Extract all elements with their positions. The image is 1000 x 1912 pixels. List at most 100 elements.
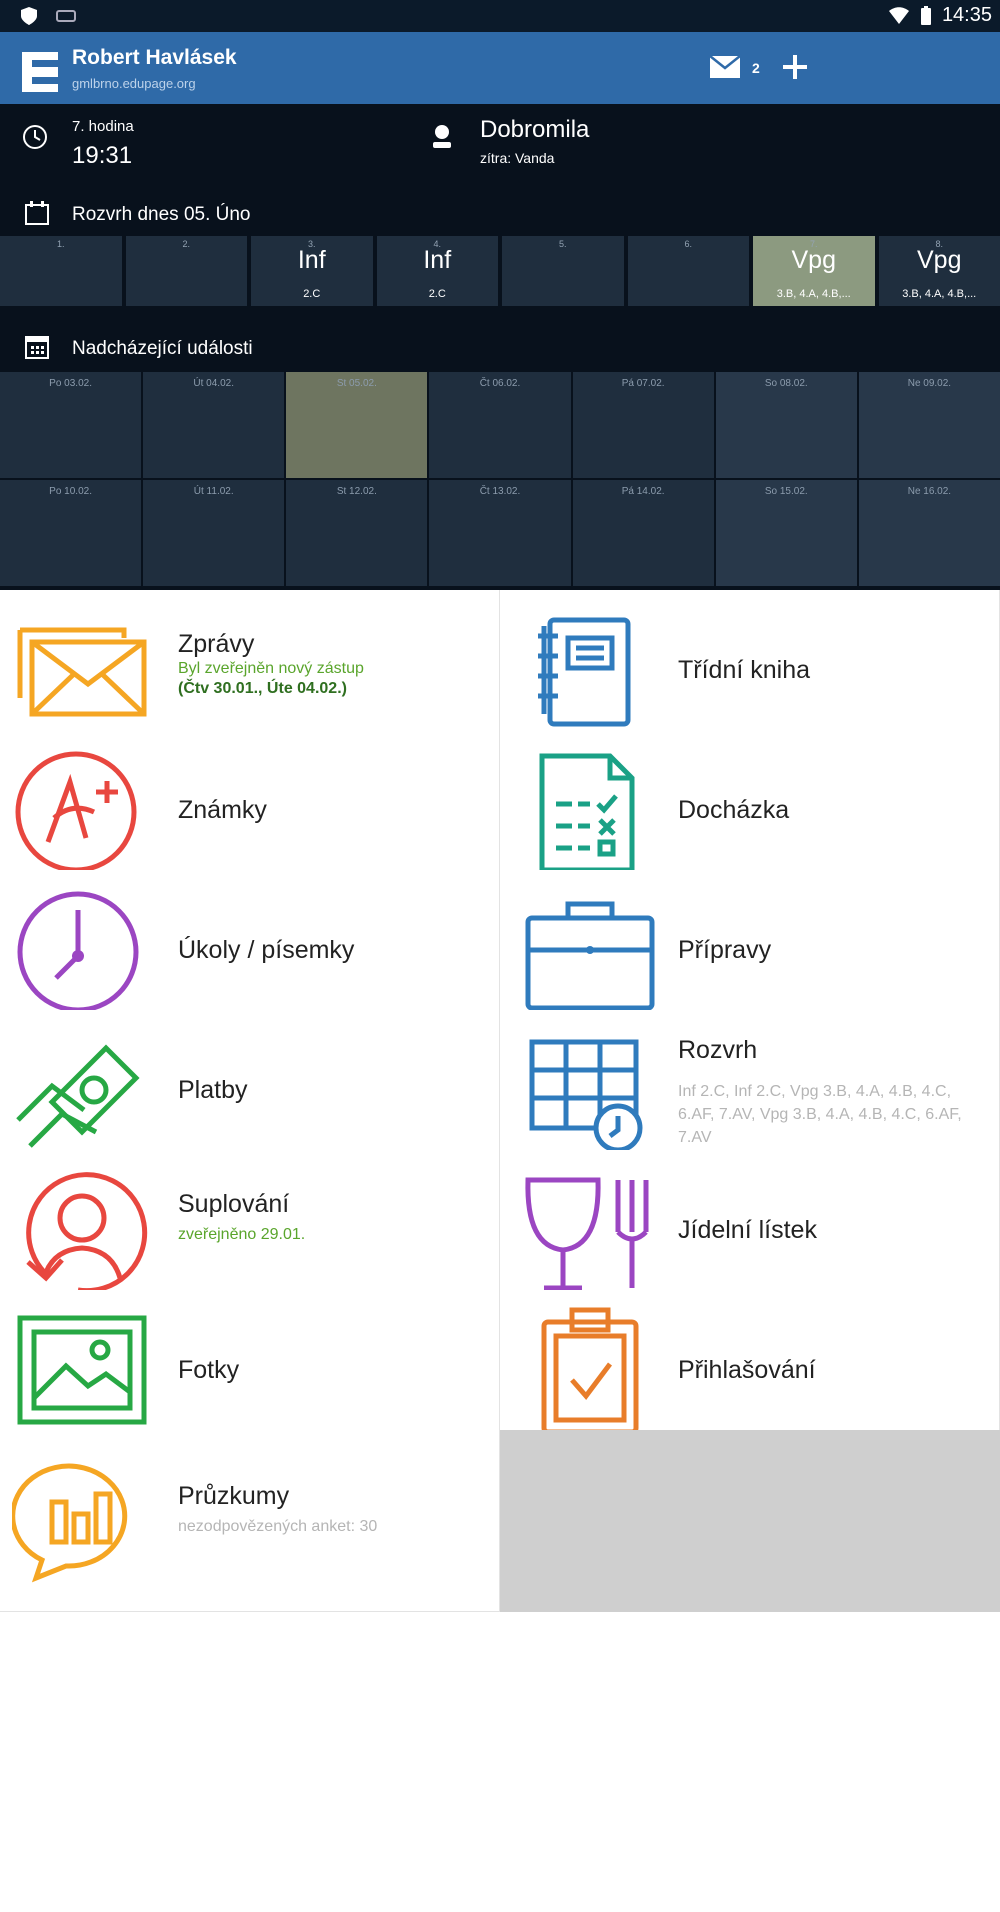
event-day-label: Pá 07.02. [621, 378, 665, 389]
menu-grid: Zprávy Byl zveřejněn nový zástup (Čtv 30… [0, 590, 1000, 1912]
event-day-cell[interactable]: Út 11.02. [143, 480, 285, 586]
event-day-cell[interactable]: So 15.02. [715, 480, 857, 586]
schedule-cell-2[interactable]: 2. [125, 236, 247, 306]
period-subject: Inf [423, 246, 452, 274]
tile-label: Suplování [178, 1190, 290, 1218]
school-domain: gmlbrno.edupage.org [72, 76, 196, 91]
event-day-label: Po 10.02. [49, 486, 92, 497]
period-class: 2.C [428, 288, 446, 300]
period-subject: Vpg [917, 246, 962, 274]
event-day-cell[interactable]: So 08.02. [715, 372, 857, 478]
mail-count-badge[interactable]: 2 [752, 60, 760, 76]
edupage-logo-icon[interactable] [22, 52, 58, 92]
period-number: 1. [56, 239, 65, 249]
attendance-checklist-icon [539, 753, 635, 873]
event-day-cell[interactable]: St 12.02. [286, 480, 428, 586]
notebook-icon [538, 617, 631, 727]
period-subject: Vpg [791, 246, 836, 274]
tile-label: Přihlašování [678, 1356, 816, 1384]
status-bar: 14:35 [0, 0, 1000, 32]
period-class: 2.C [303, 288, 321, 300]
tile-label: Třídní kniha [678, 656, 811, 684]
keyboard-icon [56, 10, 76, 22]
briefcase-icon [525, 901, 655, 1011]
event-day-cell[interactable]: Ne 16.02. [858, 480, 1000, 586]
current-time: 19:31 [72, 142, 133, 169]
picture-icon [17, 1315, 147, 1425]
person-icon [433, 125, 451, 148]
event-day-label: Út 04.02. [193, 378, 234, 389]
event-day-label: So 08.02. [764, 378, 808, 389]
period-subject: Inf [297, 246, 326, 274]
event-day-label: Ne 16.02. [907, 486, 952, 497]
add-icon[interactable] [780, 52, 810, 82]
clock-icon [23, 125, 47, 149]
tile-label: Přípravy [678, 936, 772, 964]
event-day-label: Po 03.02. [49, 378, 92, 389]
tile-label: Úkoly / písemky [178, 936, 355, 964]
schedule-cell-6[interactable]: 6. [627, 236, 749, 306]
event-day-label: Pá 14.02. [621, 486, 665, 497]
envelope-icon [17, 627, 147, 717]
event-day-label: Út 11.02. [193, 486, 234, 497]
period-class: 3.B, 4.A, 4.B,... [902, 288, 977, 300]
schedule-cell-3[interactable]: 3. Inf 2.C [251, 236, 373, 306]
tile-label: Známky [178, 796, 267, 824]
event-day-label: St 05.02. [336, 378, 377, 389]
clock-icon [17, 891, 139, 1013]
menu-tile-surveys[interactable]: Průzkumy nezodpovězených anket: 30 [0, 1430, 500, 1612]
event-day-cell[interactable]: Po 03.02. [0, 372, 142, 478]
events-week-1: Po 03.02. Út 04.02. St 05.02. Čt 06.02. … [0, 372, 1000, 478]
today-schedule[interactable]: 1. 2. 3. Inf 2.C 4. Inf 2.C 5. 6. 7. Vpg 3.B, … [0, 236, 1000, 306]
event-day-cell[interactable]: Po 10.02. [0, 480, 142, 586]
event-day-cell[interactable]: Ne 09.02. [858, 372, 1000, 478]
tile-label: Jídelní lístek [678, 1216, 817, 1244]
event-day-cell[interactable]: Pá 07.02. [572, 372, 714, 478]
status-time: 14:35 [941, 4, 992, 26]
dashboard: 7. hodina 19:31 Dobromila zítra: Vanda R… [0, 104, 1000, 590]
schedule-cell-7-current[interactable]: 7. Vpg 3.B, 4.A, 4.B,... [753, 236, 875, 306]
event-day-label: St 12.02. [336, 486, 377, 497]
tile-label: Rozvrh [678, 1036, 758, 1064]
tile-label: Zprávy [178, 630, 255, 658]
event-day-cell[interactable]: Čt 06.02. [429, 372, 571, 478]
event-day-cell[interactable]: Pá 14.02. [572, 480, 714, 586]
schedule-cell-5[interactable]: 5. [502, 236, 624, 306]
empty-tile [500, 1430, 1000, 1612]
event-day-label: Čt 06.02. [479, 378, 521, 389]
event-day-cell[interactable]: Út 04.02. [143, 372, 285, 478]
events-week-2: Po 10.02. Út 11.02. St 12.02. Čt 13.02. … [0, 480, 1000, 586]
user-name[interactable]: Robert Havlásek [72, 46, 237, 70]
hand-money-icon [16, 1044, 140, 1148]
tile-label: Platby [178, 1076, 248, 1104]
tile-label: Fotky [178, 1356, 240, 1384]
schedule-cell-1[interactable]: 1. [0, 236, 122, 306]
timetable-icon [529, 1039, 643, 1153]
event-day-cell-today[interactable]: St 05.02. [286, 372, 428, 478]
event-day-label: So 15.02. [764, 486, 808, 497]
events-title[interactable]: Nadcházející události [72, 338, 253, 360]
current-hour-label: 7. hodina [72, 118, 134, 135]
period-number: 5. [558, 239, 567, 249]
tile-label: Průzkumy [178, 1482, 290, 1510]
mail-icon[interactable] [710, 56, 740, 78]
person-icon [26, 1172, 148, 1294]
schedule-cell-4[interactable]: 4. Inf 2.C [376, 236, 498, 306]
clipboard-check-icon [541, 1307, 639, 1435]
period-number: 2. [182, 239, 190, 249]
event-day-label: Ne 09.02. [907, 378, 952, 389]
schedule-title[interactable]: Rozvrh dnes 05. Úno [72, 204, 251, 226]
survey-chart-icon [12, 1463, 128, 1583]
events-calendar[interactable]: Po 03.02. Út 04.02. St 05.02. Čt 06.02. … [0, 372, 1000, 588]
messages-dates: (Čtv 30.01., Úte 04.02.) [178, 680, 347, 697]
tile-label: Docházka [678, 796, 790, 824]
calendar-icon [25, 201, 49, 225]
event-day-cell[interactable]: Čt 13.02. [429, 480, 571, 586]
messages-subtitle: Byl zveřejněn nový zástup [178, 660, 364, 677]
battery-icon [920, 5, 931, 25]
glass-fork-icon [525, 1177, 649, 1291]
period-number: 6. [684, 239, 692, 249]
grade-a-plus-icon [15, 751, 137, 873]
substitution-subtitle: zveřejněno 29.01. [178, 1226, 306, 1243]
schedule-cell-8[interactable]: 8. Vpg 3.B, 4.A, 4.B,... [878, 236, 1000, 306]
